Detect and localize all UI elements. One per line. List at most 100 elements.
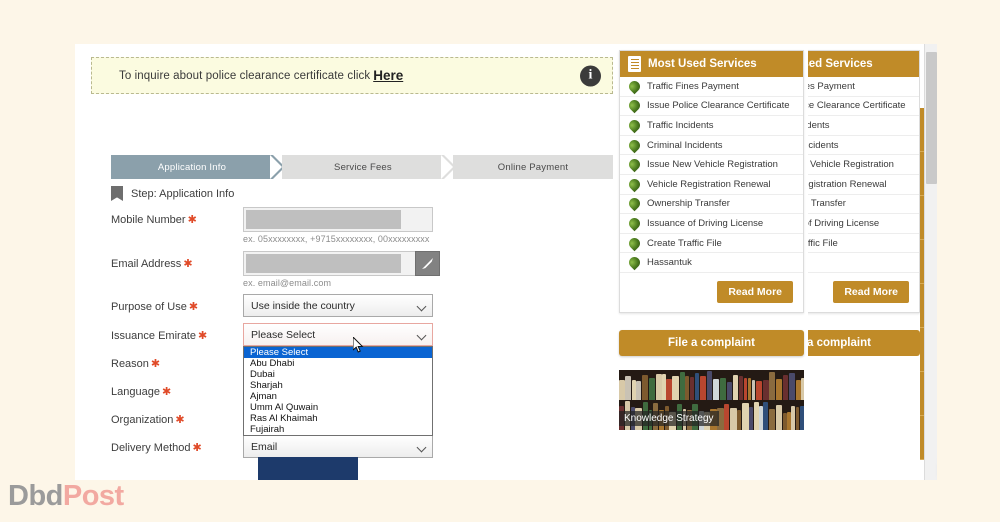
- book: [672, 376, 679, 400]
- info-icon[interactable]: i: [580, 65, 601, 86]
- service-list-item[interactable]: Issue New Vehicle Registration: [620, 155, 803, 175]
- service-list-item-label: Ownership Transfer: [808, 198, 846, 209]
- service-list-item[interactable]: Hassantuk: [620, 253, 803, 273]
- page-scrollbar[interactable]: [924, 44, 937, 480]
- service-list-item[interactable]: Create Traffic File: [620, 234, 803, 254]
- book: [776, 405, 782, 430]
- service-list-item[interactable]: Vehicle Registration Renewal: [620, 175, 803, 195]
- background-duplicate-panel: Most Used Services Traffic Fines Payment…: [808, 44, 920, 480]
- service-list-item-label: Issue Police Clearance Certificate: [808, 100, 906, 111]
- promo-caption: Knowledge Strategy: [619, 411, 719, 426]
- purpose-of-use-control: Use inside the country: [243, 294, 433, 317]
- book: [662, 374, 665, 400]
- service-list-item[interactable]: Hassantuk: [808, 253, 919, 273]
- read-more-button[interactable]: Read More: [717, 281, 793, 303]
- email-address-input[interactable]: [243, 251, 433, 276]
- most-used-services-widget: Most Used Services Traffic Fines Payment…: [619, 50, 804, 313]
- knowledge-strategy-promo[interactable]: Knowledge Strategy: [619, 370, 804, 430]
- mouse-cursor: [353, 337, 364, 353]
- ghost-read-more-button[interactable]: Read More: [833, 281, 909, 303]
- issuance-emirate-select[interactable]: Please Select: [243, 323, 433, 346]
- leaf-icon: [627, 255, 643, 271]
- issuance-emirate-dropdown-list[interactable]: Please Select Abu Dhabi Dubai Sharjah Ajman U…: [243, 346, 433, 436]
- notice-here-link[interactable]: Here: [373, 68, 403, 83]
- service-list-item[interactable]: Ownership Transfer: [620, 195, 803, 215]
- step-tab-online-payment[interactable]: Online Payment: [453, 155, 613, 179]
- ghost-read-more-row: Read More: [808, 273, 919, 312]
- book: [754, 402, 759, 430]
- dropdown-option[interactable]: Abu Dhabi: [244, 358, 432, 369]
- book: [769, 372, 775, 400]
- service-list-item[interactable]: Issuance of Driving License: [620, 214, 803, 234]
- service-list-item[interactable]: Issue Police Clearance Certificate: [620, 97, 803, 117]
- book: [720, 378, 726, 400]
- service-list-item[interactable]: Issue Police Clearance Certificate: [808, 97, 919, 117]
- label-email-address: Email Address ✱: [111, 257, 193, 270]
- label-organization: Organization ✱: [111, 413, 185, 426]
- pencil-icon: [422, 258, 433, 269]
- book: [801, 378, 804, 400]
- file-complaint-button[interactable]: File a complaint: [619, 330, 804, 356]
- required-marker: ✱: [192, 442, 201, 454]
- service-list-item[interactable]: Create Traffic File: [808, 234, 919, 254]
- service-list-item[interactable]: Criminal Incidents: [808, 136, 919, 156]
- most-used-services-title: Most Used Services: [648, 58, 757, 70]
- book: [763, 402, 768, 430]
- service-list-item[interactable]: Criminal Incidents: [620, 136, 803, 156]
- service-list-item[interactable]: Issue New Vehicle Registration: [808, 155, 919, 175]
- service-list-item[interactable]: Issuance of Driving License: [808, 214, 919, 234]
- book: [642, 375, 649, 400]
- dropdown-option[interactable]: Fujairah: [244, 424, 432, 435]
- read-more-row: Read More: [620, 273, 803, 312]
- bookmark-icon: [111, 186, 123, 201]
- chevron-down-icon: [417, 302, 427, 312]
- notice-banner: To inquire about police clearance certif…: [91, 57, 613, 94]
- ghost-widget-header: Most Used Services: [808, 51, 919, 77]
- required-marker: ✱: [162, 386, 171, 398]
- service-list-item[interactable]: Traffic Incidents: [808, 116, 919, 136]
- book: [789, 373, 795, 400]
- delivery-method-select[interactable]: Email: [243, 435, 433, 458]
- application-form-column: To inquire about police clearance certif…: [91, 44, 637, 480]
- scrollbar-thumb[interactable]: [926, 52, 937, 184]
- book: [632, 380, 636, 400]
- dropdown-option[interactable]: Ras Al Khaimah: [244, 413, 432, 424]
- leaf-icon: [627, 98, 643, 114]
- mobile-number-input[interactable]: [243, 207, 433, 232]
- dropdown-option[interactable]: Dubai: [244, 369, 432, 380]
- field-row-purpose-of-use: Purpose of Use ✱ Use inside the country: [111, 294, 613, 323]
- book: [783, 375, 789, 400]
- service-list-item-label: Vehicle Registration Renewal: [808, 179, 887, 190]
- issuance-emirate-control: Please Select: [243, 323, 433, 346]
- service-list-item[interactable]: Traffic Fines Payment: [808, 77, 919, 97]
- right-sidebar: Most Used Services Traffic Fines Payment…: [619, 44, 804, 430]
- service-list-item[interactable]: Traffic Incidents: [620, 116, 803, 136]
- leaf-icon: [627, 176, 643, 192]
- label-language: Language ✱: [111, 385, 171, 398]
- leaf-icon: [627, 118, 643, 134]
- service-list-item[interactable]: Ownership Transfer: [808, 195, 919, 215]
- dropdown-option[interactable]: Please Select: [244, 347, 432, 358]
- book: [733, 375, 738, 400]
- leaf-icon: [627, 235, 643, 251]
- step-tab-service-fees[interactable]: Service Fees: [282, 155, 444, 179]
- book: [690, 377, 694, 400]
- service-list-item[interactable]: Traffic Fines Payment: [620, 77, 803, 97]
- book: [776, 379, 782, 400]
- dropdown-option[interactable]: Umm Al Quwain: [244, 402, 432, 413]
- service-list-item-label: Issue New Vehicle Registration: [647, 159, 778, 170]
- service-list-item-label: Create Traffic File: [808, 238, 838, 249]
- email-edit-button[interactable]: [415, 251, 440, 276]
- book: [636, 381, 641, 400]
- book: [730, 408, 737, 430]
- purpose-of-use-select[interactable]: Use inside the country: [243, 294, 433, 317]
- ghost-most-used-services-widget: Most Used Services Traffic Fines Payment…: [808, 50, 920, 313]
- ghost-file-complaint-button[interactable]: File a complaint: [808, 330, 920, 356]
- field-row-email-address: Email Address ✱ ex. email@email.com: [111, 251, 613, 294]
- service-list-item-label: Criminal Incidents: [808, 140, 839, 151]
- step-tab-application-info[interactable]: Application Info: [111, 155, 273, 179]
- label-reason: Reason ✱: [111, 357, 160, 370]
- service-list-item[interactable]: Vehicle Registration Renewal: [808, 175, 919, 195]
- dropdown-option[interactable]: Sharjah: [244, 380, 432, 391]
- dropdown-option[interactable]: Ajman: [244, 391, 432, 402]
